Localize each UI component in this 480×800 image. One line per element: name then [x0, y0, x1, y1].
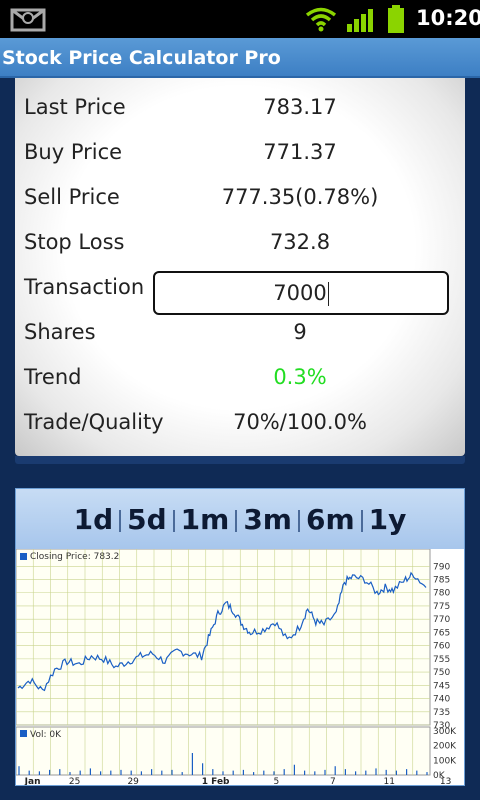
price-legend: Closing Price: 783.2: [30, 552, 119, 562]
info-label: Last Price: [24, 95, 126, 119]
x-tick-label: 11: [384, 777, 395, 785]
info-label: Stop Loss: [24, 230, 125, 254]
price-tick-label: 755: [433, 655, 450, 665]
status-bar: 10:20: [0, 0, 480, 38]
info-label: Sell Price: [24, 185, 120, 209]
range-separator: [298, 510, 300, 532]
wifi-icon: [305, 7, 337, 32]
info-row-trade-quality: Trade/Quality 70%/100.0%: [15, 401, 465, 446]
price-tick-label: 760: [433, 642, 450, 652]
x-tick-label: Jan: [24, 777, 41, 785]
stock-chart[interactable]: 730735740745750755760765770775780785790C…: [16, 549, 464, 785]
info-value: 9: [293, 320, 307, 344]
price-tick-label: 785: [433, 576, 450, 586]
info-row-stop-loss: Stop Loss 732.8: [15, 221, 465, 266]
volume-legend: Vol: 0K: [30, 730, 62, 740]
trend-value: 0.3%: [273, 365, 327, 389]
x-tick-label: 7: [330, 777, 336, 785]
info-row-transaction: Transaction 7000: [15, 266, 465, 315]
transaction-input[interactable]: 7000: [153, 271, 449, 315]
price-tick-label: 765: [433, 628, 450, 638]
info-label: Transaction: [24, 275, 145, 299]
info-row-buy-price: Buy Price 771.37: [15, 131, 465, 176]
price-info-panel: Last Price 783.17 Buy Price 771.37 Sell …: [15, 78, 465, 464]
x-tick-label: 1 Feb: [202, 777, 230, 785]
info-value: 70%/100.0%: [233, 410, 367, 434]
info-value: 777.35(0.78%): [221, 185, 379, 209]
range-5d-button[interactable]: 5d: [125, 503, 169, 536]
battery-icon: [388, 5, 404, 33]
range-selector: 1d 5d 1m 3m 6m 1y: [16, 489, 464, 549]
info-label: Buy Price: [24, 140, 123, 164]
price-tick-label: 750: [433, 668, 450, 678]
range-separator: [235, 510, 238, 532]
range-1m-button[interactable]: 1m: [179, 503, 232, 536]
info-label: Trade/Quality: [24, 410, 164, 434]
price-tick-label: 790: [433, 562, 450, 572]
price-tick-label: 735: [433, 708, 450, 718]
chart-panel: 1d 5d 1m 3m 6m 1y 730 735 740 745 750 755 760 765 770…: [15, 488, 465, 786]
info-row-shares: Shares 9: [15, 311, 465, 356]
range-separator: [172, 510, 175, 532]
info-row-sell-price: Sell Price 777.35(0.78%): [15, 176, 465, 221]
legend-swatch: [20, 553, 27, 560]
range-separator: [119, 510, 122, 532]
status-clock: 10:20: [416, 6, 480, 30]
info-value: 732.8: [269, 230, 331, 254]
range-3m-button[interactable]: 3m: [241, 503, 294, 536]
x-tick-label: 5: [274, 777, 280, 785]
volume-tick-label: 200K: [433, 742, 457, 752]
x-tick-label: 25: [69, 777, 80, 785]
range-1y-button[interactable]: 1y: [367, 503, 409, 536]
info-label: Shares: [24, 320, 96, 344]
price-tick-label: 740: [433, 695, 450, 705]
signal-icon: [347, 9, 373, 32]
transaction-value: 7000: [273, 281, 327, 305]
app-title: Stock Price Calculator Pro: [2, 47, 281, 69]
info-value: 771.37: [263, 140, 337, 164]
x-tick-label: 13: [440, 777, 451, 785]
price-tick-label: 775: [433, 602, 450, 612]
app-title-bar: Stock Price Calculator Pro: [0, 38, 480, 78]
volume-tick-label: 100K: [433, 756, 457, 766]
info-row-trend: Trend 0.3%: [15, 356, 465, 401]
range-separator: [360, 510, 363, 532]
volume-tick-label: 300K: [433, 727, 457, 737]
text-cursor: [327, 282, 329, 306]
range-1d-button[interactable]: 1d: [72, 503, 116, 536]
info-label: Trend: [24, 365, 82, 389]
info-row-last-price: Last Price 783.17: [15, 86, 465, 131]
notification-icon: [10, 8, 46, 32]
x-tick-label: 29: [127, 777, 139, 785]
range-6m-button[interactable]: 6m: [304, 503, 357, 536]
price-tick-label: 780: [433, 589, 450, 599]
legend-swatch: [20, 730, 27, 737]
price-tick-label: 770: [433, 615, 450, 625]
price-tick-label: 745: [433, 681, 450, 691]
info-value: 783.17: [263, 95, 337, 119]
